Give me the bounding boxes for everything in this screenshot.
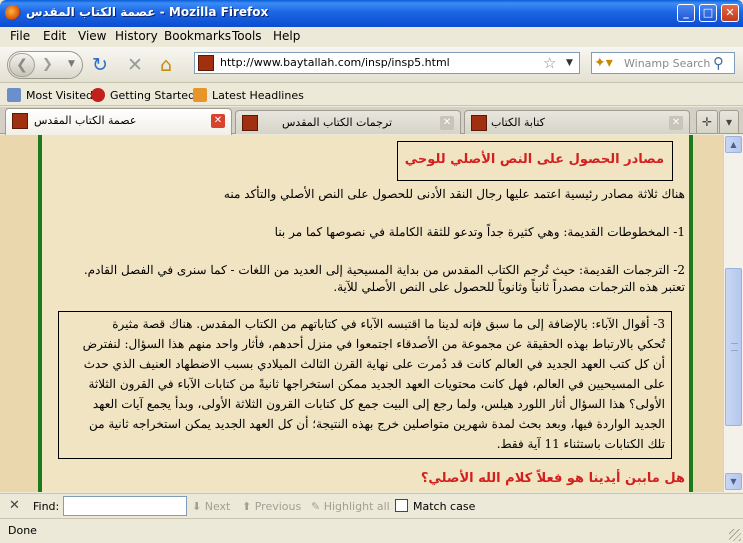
bookmark-star-icon[interactable]: ☆ [543, 54, 556, 72]
point-3-line: على المسيحيين في العالم، فهل كانت محتويا… [88, 377, 665, 391]
menu-edit[interactable]: Edit [43, 29, 66, 43]
stop-icon[interactable]: ✕ [127, 55, 143, 75]
bookmark-label: Most Visited [26, 89, 93, 102]
url-text[interactable]: http://www.baytallah.com/insp/insp5.html [220, 56, 450, 69]
tab-writing[interactable]: كتابة الكتاب ✕ [464, 110, 690, 134]
find-next-label: Next [204, 500, 231, 513]
tab-strip: عصمة الكتاب المقدس ✕ ترجمات الكتاب المقد… [0, 107, 743, 135]
bookmark-getting-started[interactable]: Getting Started [91, 88, 195, 102]
point-1-paragraph: 1- المخطوطات القديمة: وهي كثيرة جداً وتد… [274, 225, 685, 239]
tab-label: عصمة الكتاب المقدس [34, 114, 137, 127]
find-bar: ✕ Find: ⬇ Next ⬆ Previous ✎ Highlight al… [0, 493, 743, 518]
highlight-all-label: Highlight all [323, 500, 390, 513]
find-next-button[interactable]: ⬇ Next [192, 500, 230, 513]
tab-close-icon[interactable]: ✕ [440, 116, 454, 130]
tab-active[interactable]: عصمة الكتاب المقدس ✕ [5, 108, 232, 135]
scroll-down-button[interactable]: ▼ [725, 473, 742, 490]
tab-close-icon[interactable]: ✕ [211, 114, 225, 128]
most-visited-icon [7, 88, 21, 102]
bookmark-latest-headlines[interactable]: Latest Headlines [193, 88, 304, 102]
point-3-line: تلك الكتابات باستثناء 11 آية فقط. [496, 437, 665, 451]
highlighter-icon: ✎ [311, 500, 324, 513]
search-box[interactable]: ✦▾ Winamp Search ⚲ [591, 52, 735, 74]
bookmark-most-visited[interactable]: Most Visited [7, 88, 93, 102]
vertical-scrollbar[interactable]: ▲ ▼ [723, 135, 743, 492]
rss-feed-icon [193, 88, 207, 102]
new-tab-button[interactable]: ✛ [696, 110, 718, 134]
find-close-icon[interactable]: ✕ [9, 498, 20, 513]
tab-label: كتابة الكتاب [491, 116, 545, 129]
intro-paragraph: هناك ثلاثة مصادر رئيسية اعتمد عليها رجال… [223, 187, 685, 201]
window-titlebar: عصمة الكتاب المقدس - Mozilla Firefox _ □… [0, 0, 743, 27]
menu-history[interactable]: History [115, 29, 158, 43]
find-label: Find: [33, 500, 60, 513]
find-previous-button[interactable]: ⬆ Previous [242, 500, 301, 513]
url-bar[interactable]: http://www.baytallah.com/insp/insp5.html… [194, 52, 580, 74]
window-title: عصمة الكتاب المقدس - Mozilla Firefox [26, 5, 269, 19]
close-window-button[interactable]: ✕ [721, 4, 739, 22]
getting-started-icon [91, 88, 105, 102]
point-2-line-1: 2- الترجمات القديمة: حيث تُرجم الكتاب ال… [83, 263, 685, 277]
point-3-box: 3- أقوال الآباء: بالإضافة إلى ما سبق فإن… [58, 311, 672, 459]
search-placeholder[interactable]: Winamp Search [624, 57, 710, 70]
minimize-button[interactable]: _ [677, 4, 695, 22]
menu-help[interactable]: Help [273, 29, 300, 43]
tab-favicon-icon [242, 115, 258, 131]
resize-grip[interactable] [729, 529, 741, 541]
point-3-line: الأولى؟ هذا السؤال أثار اللورد هيلس، ولم… [92, 397, 665, 411]
bookmarks-toolbar: Most Visited Getting Started Latest Head… [0, 84, 743, 106]
bookmark-label: Latest Headlines [212, 89, 304, 102]
tab-label: ترجمات الكتاب المقدس [282, 116, 393, 129]
reload-icon[interactable]: ↻ [92, 55, 108, 75]
find-previous-label: Previous [254, 500, 302, 513]
menu-bar: File Edit View History Bookmarks Tools H… [0, 27, 743, 47]
status-text: Done [8, 524, 37, 537]
scroll-grip [731, 343, 738, 351]
down-arrow-icon: ⬇ [192, 500, 205, 513]
menu-tools[interactable]: Tools [232, 29, 262, 43]
search-icon[interactable]: ⚲ [713, 54, 724, 72]
url-dropdown-icon[interactable]: ▼ [566, 58, 573, 68]
history-dropdown[interactable]: ▼ [68, 59, 75, 69]
home-icon[interactable]: ⌂ [160, 55, 172, 75]
back-arrow-icon: ❮ [16, 57, 28, 73]
forward-button[interactable]: ❯ [42, 57, 53, 72]
find-input[interactable] [63, 496, 187, 516]
status-bar: Done [0, 518, 743, 543]
menu-file[interactable]: File [10, 29, 30, 43]
page-content: مصادر الحصول على النص الأصلي للوحي هناك … [0, 135, 723, 492]
tab-favicon-icon [12, 113, 28, 129]
question-heading: هل ماببن أيدينا هو فعلاً كلام الله الأصل… [420, 471, 685, 486]
tab-favicon-icon [471, 115, 487, 131]
back-forward-group: ❮ ❯ ▼ [7, 51, 83, 79]
highlight-all-button[interactable]: ✎ Highlight all [311, 500, 390, 513]
maximize-button[interactable]: □ [699, 4, 717, 22]
search-engine-icon[interactable]: ✦▾ [594, 55, 616, 71]
firefox-icon [5, 5, 21, 21]
point-3-line: أن كل كتب العهد الجديد في العالم كانت قد… [83, 357, 665, 371]
scroll-up-button[interactable]: ▲ [725, 136, 742, 153]
up-arrow-icon: ⬆ [242, 500, 255, 513]
point-3-line: تُحكي بالارتباط بهذه الحقيقة عن مجموعة م… [82, 337, 665, 351]
bookmark-label: Getting Started [110, 89, 196, 102]
point-3-line: 3- أقوال الآباء: بالإضافة إلى ما سبق فإن… [112, 317, 665, 331]
tab-translations[interactable]: ترجمات الكتاب المقدس ✕ [235, 110, 461, 134]
match-case-label[interactable]: Match case [413, 500, 475, 513]
menu-bookmarks[interactable]: Bookmarks [164, 29, 231, 43]
match-case-checkbox[interactable] [395, 499, 408, 512]
scroll-thumb[interactable] [725, 268, 742, 426]
section-heading-box: مصادر الحصول على النص الأصلي للوحي [397, 141, 673, 181]
site-favicon-icon [198, 55, 214, 71]
back-button[interactable]: ❮ [9, 53, 35, 77]
list-all-tabs-button[interactable]: ▾ [719, 110, 739, 134]
point-3-line: الجديد الواردة فيها، وبعد بحث لمدة شهرين… [88, 417, 665, 431]
tab-close-icon[interactable]: ✕ [669, 116, 683, 130]
point-2-line-2: تعتبر هذه الترجمات مصدراً ثانياً وثانويا… [333, 280, 685, 294]
menu-view[interactable]: View [78, 29, 106, 43]
section-heading: مصادر الحصول على النص الأصلي للوحي [404, 152, 664, 167]
